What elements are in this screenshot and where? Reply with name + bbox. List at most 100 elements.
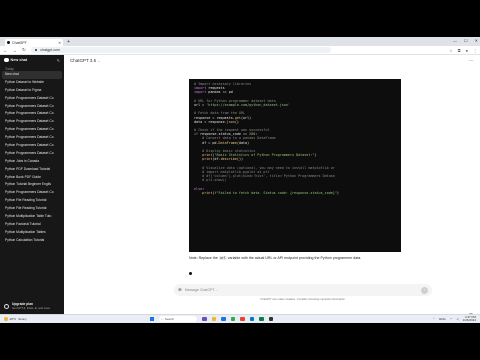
code-token: url = — [194, 102, 207, 107]
windows-start-icon[interactable] — [150, 317, 154, 321]
code-token: pd — [228, 90, 233, 95]
tab-title: ChatGPT — [12, 40, 27, 45]
send-button[interactable]: ↑ — [421, 286, 428, 294]
browser-tab[interactable]: ChatGPT ✕ — [5, 39, 63, 46]
sidebar-chat-item[interactable]: Python Programmers Dataset Co — [0, 150, 64, 158]
sidebar-chat-item[interactable]: Python Book PDF Guide — [0, 174, 64, 182]
taskbar-search-placeholder: Search — [164, 317, 175, 321]
sidebar-chat-item[interactable]: Python Multiplication Tables — [0, 229, 64, 237]
sidebar: New chat ✎ Today New chat Python Dataset … — [0, 55, 64, 323]
more-options-icon[interactable]: ⋯ — [469, 58, 474, 64]
weather-desc: Sunny — [18, 317, 27, 321]
sidebar-chat-item[interactable]: Python PDF Download Tutorial — [0, 166, 64, 174]
sidebar-chat-item[interactable]: Python Programmers Dataset Co — [0, 189, 64, 197]
chatgpt-favicon-icon — [7, 41, 10, 44]
chat-history-list: New chat Python Dataset to Website Python … — [0, 71, 64, 245]
sidebar-new-chat[interactable]: New chat ✎ — [0, 55, 64, 65]
code-token: (df. — [212, 157, 221, 162]
app-icon-1[interactable] — [202, 316, 207, 322]
sidebar-chat-item[interactable]: Python Tutorial Beginner Englis — [0, 181, 64, 189]
edit-icon[interactable]: ✎ — [57, 58, 60, 63]
forward-icon[interactable]: → — [13, 48, 18, 53]
browser-extensions: ☆ ⧉ ● ⋮ — [449, 48, 477, 53]
weather-widget[interactable]: 28°C Sunny — [4, 317, 27, 321]
app-icon-5[interactable] — [240, 316, 245, 322]
attach-icon[interactable]: ⊕ — [178, 287, 182, 293]
code-token: # plt.show() — [194, 178, 227, 183]
reload-icon[interactable]: ↻ — [22, 47, 26, 53]
sidebar-chat-item[interactable]: Python Programmers Dataset Co — [0, 134, 64, 142]
message-composer: ⊕ ↑ — [174, 284, 432, 296]
clock[interactable]: 4:37 PM 1/26/2024 — [462, 315, 476, 323]
sidebar-chat-item[interactable]: Python Jobs in Canada — [0, 158, 64, 166]
response-text: Note: Replace the url variable with the … — [189, 256, 362, 260]
edge-icon[interactable] — [221, 316, 226, 322]
wifi-icon[interactable]: ◠ — [450, 317, 453, 321]
search-icon: ⌕ — [161, 317, 163, 321]
chatgpt-logo-icon — [4, 57, 9, 63]
code-token: DataFrame — [218, 140, 237, 145]
file-explorer-icon[interactable] — [211, 316, 216, 322]
extensions-icon[interactable]: ⧉ — [458, 48, 461, 53]
back-icon[interactable]: ← — [3, 48, 8, 53]
taskbar-search[interactable]: ⌕ Search — [159, 316, 197, 322]
sidebar-chat-item[interactable]: New chat — [2, 71, 62, 79]
model-selector[interactable]: ChatGPT 3.5 ⌄ — [70, 58, 100, 63]
code-token: (url) — [240, 115, 252, 120]
code-block: # Import necessary libraries import reque… — [189, 79, 401, 252]
taskbar: 28°C Sunny ⌕ Search ⌃ ENG ◠ ◁ 4:37 PM 1/… — [0, 314, 480, 323]
sidebar-chat-item[interactable]: Python Programmers Dataset Co — [0, 126, 64, 134]
sun-icon — [4, 317, 8, 321]
sidebar-chat-item[interactable]: Python Programmers Dataset Co — [0, 118, 64, 126]
code-token: json — [226, 119, 235, 124]
sidebar-chat-item[interactable]: Python Factorial Tutorial — [0, 221, 64, 229]
taskbar-apps: ⌕ Search — [150, 316, 273, 322]
window-close-icon[interactable]: ✕ — [475, 38, 478, 43]
browser-menu-icon[interactable]: ⋮ — [473, 48, 477, 53]
address-bar[interactable]: chatgpt.com — [30, 47, 331, 53]
tab-close-icon[interactable]: ✕ — [58, 41, 61, 45]
code-line: print(f"Failed to fetch data. Status cod… — [194, 191, 396, 195]
maximize-icon[interactable]: ☐ — [464, 38, 468, 43]
url-text[interactable]: chatgpt.com — [40, 48, 60, 52]
new-tab-icon[interactable]: + — [67, 39, 70, 45]
code-token: describe — [220, 157, 237, 162]
volume-icon[interactable]: ◁ — [456, 317, 458, 321]
code-token: print — [202, 157, 213, 162]
code-token: () — [234, 119, 239, 124]
window-controls: — ☐ ✕ — [453, 38, 478, 43]
sidebar-chat-item[interactable]: Python Programmers Dataset Co — [0, 110, 64, 118]
sidebar-chat-item[interactable]: Python File Reading Tutorial — [0, 205, 64, 213]
sidebar-chat-item[interactable]: Python Dataset to Figma — [0, 87, 64, 95]
chrome-icon[interactable] — [230, 316, 235, 322]
sidebar-chat-item[interactable]: Python Programmers Dataset Co — [0, 142, 64, 150]
code-token: ) — [314, 153, 317, 158]
sidebar-chat-item[interactable]: Python Calculation Tutorial — [0, 237, 64, 245]
profile-icon[interactable]: ● — [466, 48, 468, 53]
sidebar-chat-item[interactable]: Python Dataset to Website — [0, 79, 64, 87]
message-input[interactable] — [184, 288, 418, 292]
language-indicator[interactable]: ENG — [439, 317, 446, 321]
store-icon[interactable] — [249, 316, 254, 322]
browser-tab-bar: ChatGPT ✕ + — ☐ ✕ — [0, 37, 480, 46]
weather-temp: 28°C — [9, 317, 17, 321]
minimize-icon[interactable]: — — [453, 38, 457, 43]
app-icon-7[interactable] — [259, 316, 264, 322]
bookmark-star-icon[interactable]: ☆ — [449, 48, 453, 53]
code-token: 'https://example.com/python_dataset.json… — [206, 102, 290, 107]
chevron-up-icon[interactable]: ⌃ — [433, 317, 436, 321]
clock-date: 1/26/2024 — [462, 318, 476, 322]
sidebar-chat-item[interactable]: Python Multiplication Table Tuto — [0, 213, 64, 221]
code-token: ()) — [236, 157, 244, 162]
upgrade-plan-button[interactable]: Upgrade plan Get GPT-4, DALL·E, and more — [4, 301, 60, 311]
inline-code: url — [218, 256, 227, 260]
code-token: pandas — [208, 90, 223, 95]
address-toolbar: ← → ↻ chatgpt.com ☆ ⧉ ● ⋮ — [0, 46, 480, 55]
code-token: f"Failed to fetch data. Status code: {re… — [214, 190, 337, 195]
app-icon-8[interactable] — [268, 316, 273, 322]
code-token: import — [194, 90, 209, 95]
sidebar-chat-item[interactable]: Python Programmers Dataset Co — [0, 103, 64, 111]
sidebar-chat-item[interactable]: Python Programmers Dataset Co — [0, 95, 64, 103]
sidebar-chat-item[interactable]: Python File Reading Tutorial — [0, 197, 64, 205]
